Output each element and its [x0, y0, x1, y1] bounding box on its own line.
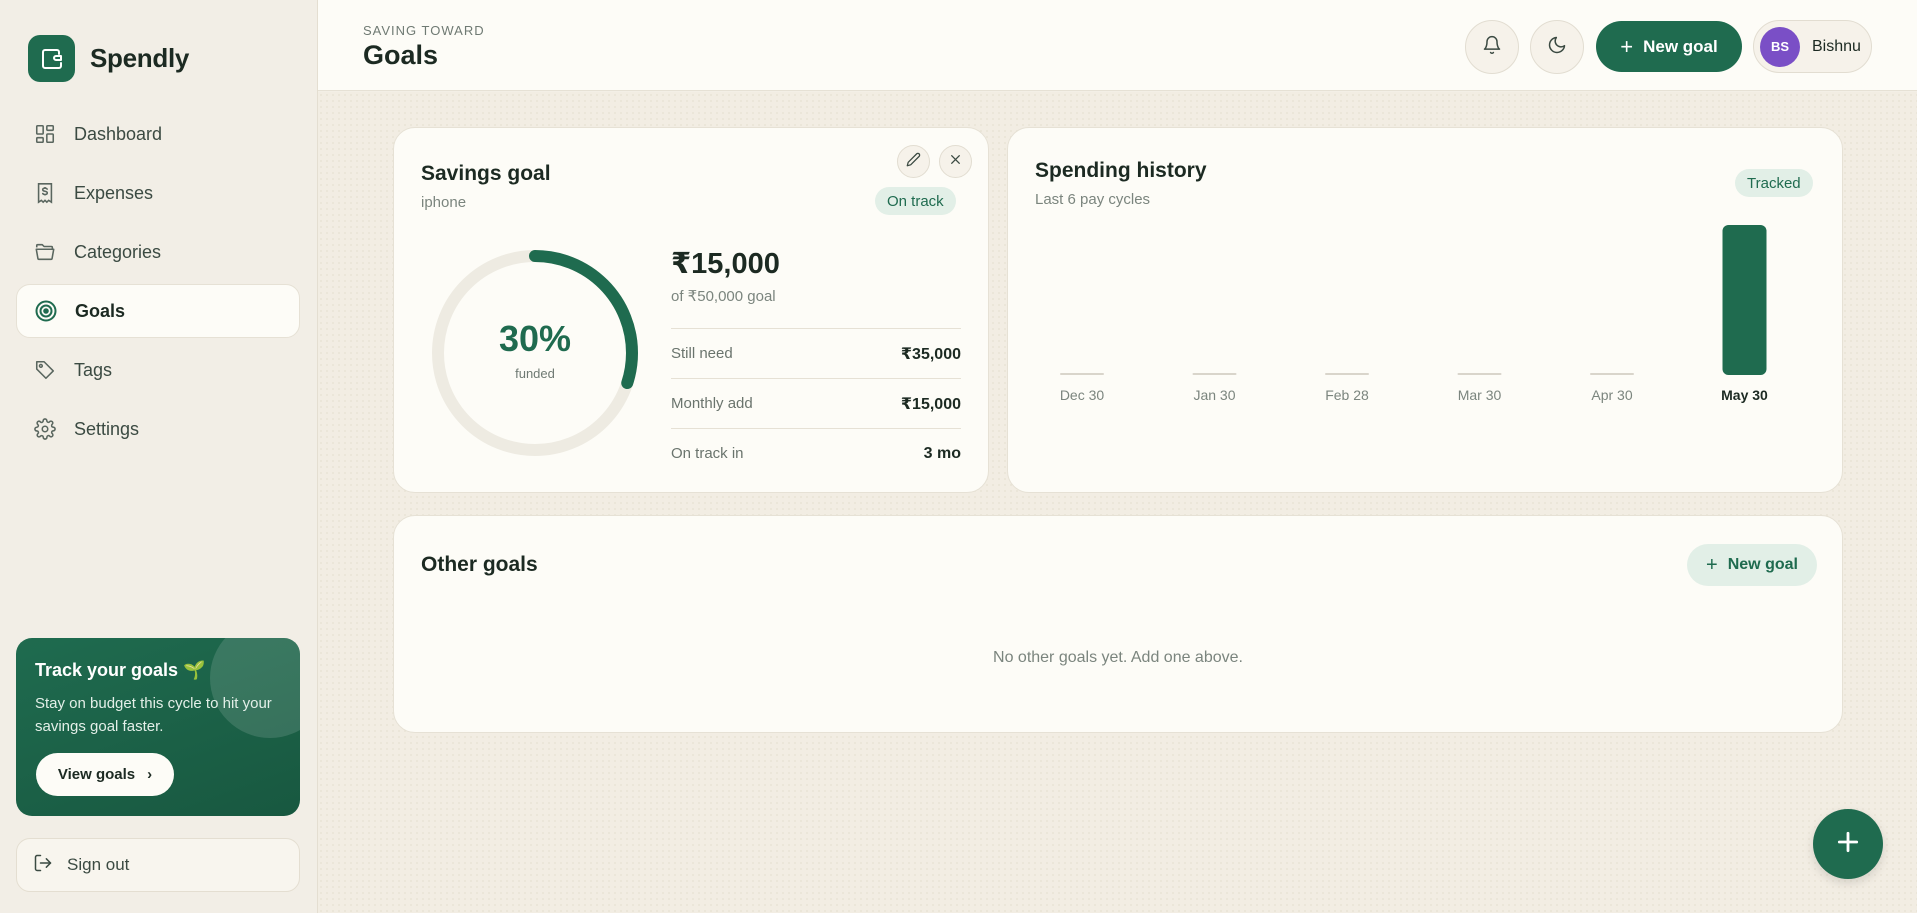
add-other-goal-label: New goal [1727, 556, 1798, 573]
stat-value: ₹15,000 [900, 395, 961, 413]
sidebar-item-label: Goals [75, 300, 126, 321]
chart-bar[interactable] [1192, 373, 1237, 375]
wallet-icon [28, 35, 75, 82]
chart-bar[interactable] [1325, 373, 1369, 375]
chart-x-label: Feb 28 [1325, 387, 1369, 403]
goal-name: iphone [421, 194, 467, 211]
saved-amount: ₹15,000 [671, 248, 780, 280]
stat-label: Still need [671, 345, 733, 362]
promo-text: Stay on budget this cycle to hit your sa… [35, 695, 272, 735]
card-title: Savings goal [421, 162, 551, 185]
delete-goal-button[interactable] [939, 145, 972, 178]
pencil-icon [906, 152, 921, 172]
moon-icon [1547, 35, 1567, 60]
sidebar: Spendly Dashboard Expenses Categories Go… [0, 0, 318, 913]
view-goals-label: View goals [57, 766, 136, 783]
sidebar-item-settings[interactable]: Settings [16, 402, 300, 456]
stat-label: Monthly add [671, 395, 753, 412]
chart-x-label: Mar 30 [1458, 387, 1502, 403]
chart-x-label: Jan 30 [1193, 387, 1235, 403]
sign-out-button[interactable]: Sign out [16, 838, 300, 892]
theme-toggle-button[interactable] [1530, 20, 1584, 74]
user-name: Bishnu [1812, 37, 1861, 55]
brand[interactable]: Spendly [28, 35, 189, 82]
gear-icon [33, 417, 57, 441]
page-eyebrow: SAVING TOWARD [363, 23, 485, 38]
sidebar-item-categories[interactable]: Categories [16, 225, 300, 279]
bell-icon [1482, 35, 1502, 60]
notifications-button[interactable] [1465, 20, 1519, 74]
sidebar-item-dashboard[interactable]: Dashboard [16, 107, 300, 161]
sign-out-icon [33, 853, 53, 878]
chart-x-label: Apr 30 [1591, 387, 1632, 403]
chart-bar[interactable] [1457, 373, 1502, 375]
card-title: Other goals [421, 553, 538, 576]
view-goals-button[interactable]: View goals › [36, 753, 174, 796]
savings-goal-card: Savings goal iphone On track 30% funded … [393, 127, 989, 493]
percent-funded: 30% [498, 318, 572, 359]
new-goal-label: New goal [1643, 36, 1718, 56]
sidebar-item-label: Tags [74, 359, 113, 380]
spending-bar-chart: Dec 30 Jan 30 Feb 28 Mar 30 Apr 30 May 30 [1060, 225, 1768, 403]
avatar: BS [1760, 26, 1800, 67]
sidebar-item-goals[interactable]: Goals [16, 284, 300, 338]
chart-bar[interactable] [1722, 225, 1767, 375]
edit-goal-button[interactable] [897, 145, 930, 178]
chart-bar[interactable] [1060, 373, 1104, 375]
user-menu[interactable]: BS Bishnu [1753, 20, 1872, 73]
grid-icon [33, 122, 57, 146]
plus-icon: + [1620, 33, 1634, 59]
receipt-icon [33, 181, 57, 205]
folder-icon [33, 240, 57, 264]
sidebar-item-expenses[interactable]: Expenses [16, 166, 300, 220]
sidebar-item-label: Dashboard [74, 123, 163, 144]
add-fab-button[interactable] [1813, 809, 1883, 879]
stat-row-still-need: Still need ₹35,000 [671, 328, 961, 378]
chart-x-label: May 30 [1721, 387, 1768, 403]
chart-x-label: Dec 30 [1060, 387, 1105, 403]
target-icon [34, 299, 58, 323]
brand-name: Spendly [90, 43, 190, 73]
spending-history-card: Spending history Last 6 pay cycles Track… [1007, 127, 1843, 493]
progress-ring: 30% funded [428, 246, 642, 460]
tag-icon [33, 358, 57, 382]
other-goals-card: Other goals + New goal No other goals ye… [393, 515, 1843, 733]
sign-out-label: Sign out [67, 855, 130, 874]
main-content: Savings goal iphone On track 30% funded … [318, 92, 1917, 913]
plus-icon: + [1706, 553, 1718, 576]
sidebar-item-label: Settings [74, 418, 140, 439]
promo-title: Track your goals 🌱 [35, 660, 206, 680]
stat-label: On track in [671, 445, 744, 462]
top-header: SAVING TOWARD Goals + New goal BS Bishnu [318, 0, 1917, 91]
sidebar-item-label: Expenses [74, 182, 154, 203]
sidebar-nav: Dashboard Expenses Categories Goals Tags [16, 107, 300, 461]
stat-value: 3 mo [923, 444, 961, 462]
promo-card: Track your goals 🌱 Stay on budget this c… [16, 638, 300, 816]
stat-value: ₹35,000 [900, 345, 961, 363]
empty-state: No other goals yet. Add one above. [993, 649, 1243, 666]
close-icon [949, 153, 962, 171]
sidebar-item-label: Categories [74, 241, 162, 262]
funded-label: funded [515, 366, 555, 381]
chart-bar[interactable] [1590, 373, 1634, 375]
chevron-right-icon: › [147, 766, 153, 783]
stat-row-monthly-add: Monthly add ₹15,000 [671, 378, 961, 428]
new-goal-button[interactable]: + New goal [1596, 21, 1742, 72]
add-other-goal-button[interactable]: + New goal [1687, 544, 1817, 586]
goal-target: of ₹50,000 goal [671, 288, 776, 305]
status-badge: On track [875, 187, 956, 215]
page-title: Goals [363, 40, 439, 70]
stat-row-on-track-in: On track in 3 mo [671, 428, 961, 478]
plus-icon [1835, 829, 1861, 860]
sidebar-item-tags[interactable]: Tags [16, 343, 300, 397]
